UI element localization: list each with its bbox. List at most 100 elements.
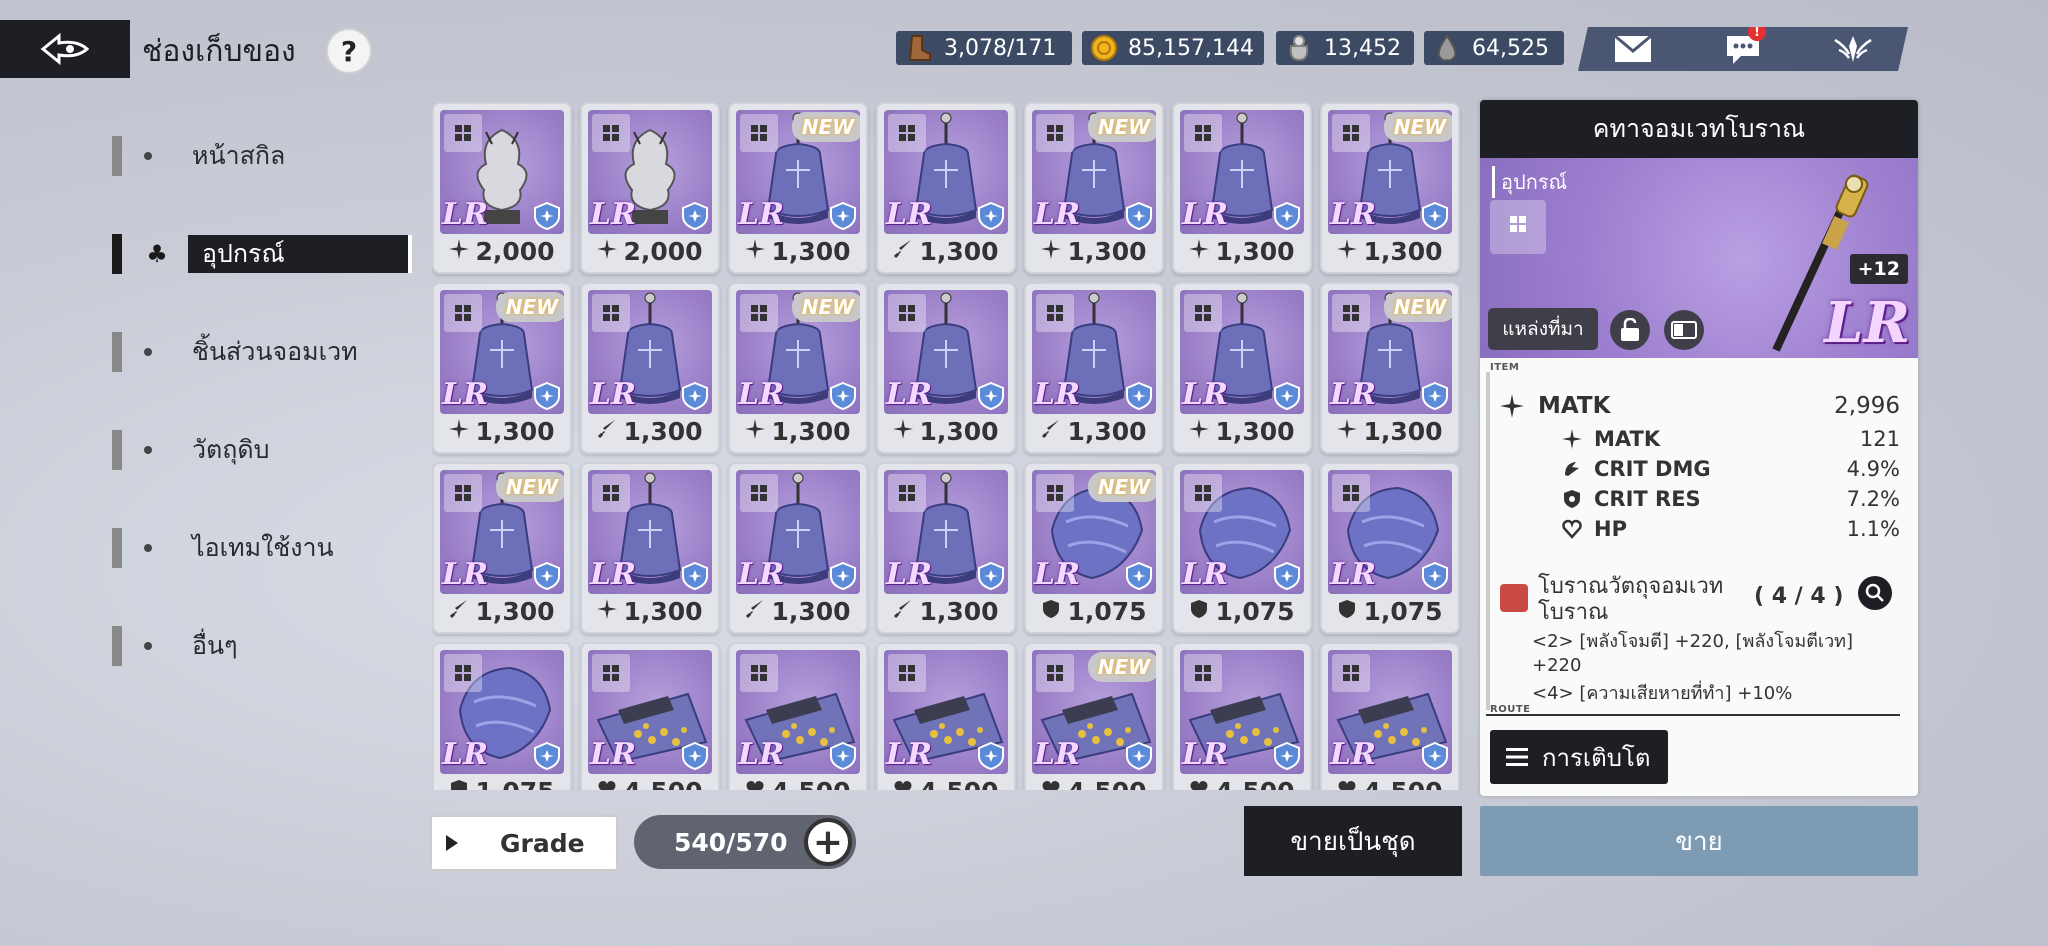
inventory-item[interactable]: LR NEW 1,300 bbox=[1320, 282, 1460, 454]
item-artwork: LR bbox=[1180, 290, 1304, 414]
item-stat-value: 4,500 bbox=[919, 777, 998, 790]
inventory-item[interactable]: LR 1,300 bbox=[1024, 282, 1164, 454]
rarity-label: LR bbox=[738, 197, 785, 232]
divider bbox=[1486, 714, 1900, 716]
grid-icon bbox=[1036, 114, 1074, 152]
enhance-level-badge: +12 bbox=[1849, 254, 1908, 284]
growth-button[interactable]: การเติบโต bbox=[1490, 730, 1668, 784]
inventory-item[interactable]: LR NEW 1,300 bbox=[1320, 102, 1460, 274]
sparkle-icon bbox=[1337, 418, 1358, 445]
lock-toggle-button[interactable] bbox=[1610, 310, 1650, 350]
inventory-item[interactable]: LR NEW 4,500 bbox=[1024, 642, 1164, 790]
item-artwork: LR NEW bbox=[440, 290, 564, 414]
inventory-item[interactable]: LR 1,300 bbox=[876, 102, 1016, 274]
chat-button[interactable]: ! bbox=[1718, 27, 1768, 69]
resource-stone: 13,452 bbox=[1276, 31, 1414, 65]
inventory-item[interactable]: LR NEW 1,300 bbox=[432, 282, 572, 454]
inventory-item[interactable]: LR 1,075 bbox=[432, 642, 572, 790]
item-stat: 1,300 bbox=[730, 237, 866, 266]
rarity-label: LR bbox=[886, 737, 933, 772]
item-stat-value: 1,300 bbox=[1215, 417, 1295, 446]
item-stat-value: 1,075 bbox=[1363, 597, 1443, 626]
grade-label: Grade bbox=[500, 828, 585, 858]
sidebar-item-label: อุปกรณ์ bbox=[188, 235, 412, 273]
inventory-item[interactable]: LR 1,300 bbox=[1172, 282, 1312, 454]
guild-button[interactable] bbox=[1828, 29, 1878, 69]
sparkle-icon bbox=[449, 238, 470, 265]
inventory-item[interactable]: LR 2,000 bbox=[432, 102, 572, 274]
shield-badge-icon bbox=[1274, 561, 1300, 591]
item-stat-value: 1,300 bbox=[1215, 237, 1295, 266]
inventory-item[interactable]: LR 1,075 bbox=[1320, 462, 1460, 634]
resource-stamina: 3,078/171 bbox=[896, 31, 1072, 65]
compare-toggle-button[interactable] bbox=[1664, 310, 1704, 350]
grid-icon bbox=[1332, 474, 1370, 512]
bullet-icon bbox=[144, 446, 152, 454]
sparkle-icon bbox=[893, 418, 914, 445]
sidebar-item-consumables[interactable]: ไอเทมใช้งาน bbox=[112, 526, 412, 570]
inventory-item[interactable]: LR 2,000 bbox=[580, 102, 720, 274]
item-artwork: LR NEW bbox=[1328, 110, 1452, 234]
item-artwork: LR NEW bbox=[1032, 470, 1156, 594]
item-artwork: LR bbox=[588, 650, 712, 774]
inventory-item[interactable]: LR 1,075 bbox=[1172, 462, 1312, 634]
inventory-item[interactable]: LR NEW 1,300 bbox=[432, 462, 572, 634]
shield-badge-icon bbox=[1422, 201, 1448, 231]
item-artwork: LR bbox=[884, 470, 1008, 594]
main-stat-value: 2,996 bbox=[1834, 393, 1900, 419]
inventory-item[interactable]: LR 4,500 bbox=[1172, 642, 1312, 790]
sidebar-item-equipment[interactable]: ♣ อุปกรณ์ bbox=[112, 232, 412, 276]
main-stat-row: MATK 2,996 bbox=[1500, 388, 1900, 424]
item-artwork: LR NEW bbox=[736, 290, 860, 414]
inventory-item[interactable]: LR 1,300 bbox=[580, 282, 720, 454]
inventory-item[interactable]: LR 1,300 bbox=[876, 462, 1016, 634]
grade-sort-button[interactable]: Grade bbox=[430, 815, 618, 871]
inventory-item[interactable]: LR 1,300 bbox=[876, 282, 1016, 454]
inventory-item[interactable]: LR 4,500 bbox=[1320, 642, 1460, 790]
item-source-button[interactable]: แหล่งที่มา bbox=[1488, 308, 1598, 350]
grid-icon bbox=[1332, 114, 1370, 152]
shield-badge-icon bbox=[1126, 381, 1152, 411]
item-artwork: LR bbox=[440, 110, 564, 234]
inventory-item[interactable]: LR 1,300 bbox=[1172, 102, 1312, 274]
inventory-item[interactable]: LR 4,500 bbox=[728, 642, 868, 790]
back-button[interactable] bbox=[0, 20, 130, 78]
shield-badge-icon bbox=[978, 561, 1004, 591]
unlock-icon bbox=[1621, 318, 1639, 341]
inventory-item[interactable]: LR 1,300 bbox=[728, 462, 868, 634]
inventory-item[interactable]: LR NEW 1,075 bbox=[1024, 462, 1164, 634]
mail-button[interactable] bbox=[1608, 29, 1658, 69]
sidebar-item-others[interactable]: อื่นๆ bbox=[112, 624, 412, 668]
bulk-sell-button[interactable]: ขายเป็นชุด bbox=[1244, 806, 1462, 876]
inventory-item[interactable]: LR NEW 1,300 bbox=[728, 102, 868, 274]
expand-capacity-button[interactable]: + bbox=[804, 818, 852, 866]
heart-icon bbox=[745, 779, 765, 790]
item-stat: 4,500 bbox=[1174, 777, 1310, 790]
bullet-icon bbox=[144, 544, 152, 552]
sell-button[interactable]: ขาย bbox=[1480, 806, 1918, 876]
grid-icon bbox=[888, 474, 926, 512]
inventory-item[interactable]: LR 4,500 bbox=[876, 642, 1016, 790]
rarity-badge: LR bbox=[1824, 290, 1910, 356]
inventory-item[interactable]: LR NEW 1,300 bbox=[1024, 102, 1164, 274]
resource-gold: 85,157,144 bbox=[1082, 31, 1264, 65]
new-badge: NEW bbox=[496, 472, 564, 502]
set-search-button[interactable] bbox=[1858, 576, 1892, 610]
sidebar-item-magic-fragments[interactable]: ชิ้นส่วนจอมเวท bbox=[112, 330, 412, 374]
item-stat: 1,300 bbox=[878, 597, 1014, 626]
rarity-label: LR bbox=[1034, 737, 1081, 772]
sidebar-item-skill-pages[interactable]: หน้าสกิล bbox=[112, 134, 412, 178]
top-menu-bar: ! bbox=[1578, 27, 1908, 71]
inventory-item[interactable]: LR NEW 1,300 bbox=[728, 282, 868, 454]
new-badge: NEW bbox=[1088, 472, 1156, 502]
sidebar-item-materials[interactable]: วัตถุดิบ bbox=[112, 428, 412, 472]
item-artwork: LR bbox=[440, 650, 564, 774]
sub-stat-value: 7.2% bbox=[1846, 487, 1900, 511]
heart-icon bbox=[1041, 779, 1061, 790]
inventory-item[interactable]: LR 4,500 bbox=[580, 642, 720, 790]
menu-icon bbox=[1506, 748, 1528, 766]
inventory-item[interactable]: LR 1,300 bbox=[580, 462, 720, 634]
help-button[interactable]: ? bbox=[326, 28, 372, 74]
heart-icon bbox=[893, 779, 913, 790]
shield-badge-icon bbox=[1422, 381, 1448, 411]
